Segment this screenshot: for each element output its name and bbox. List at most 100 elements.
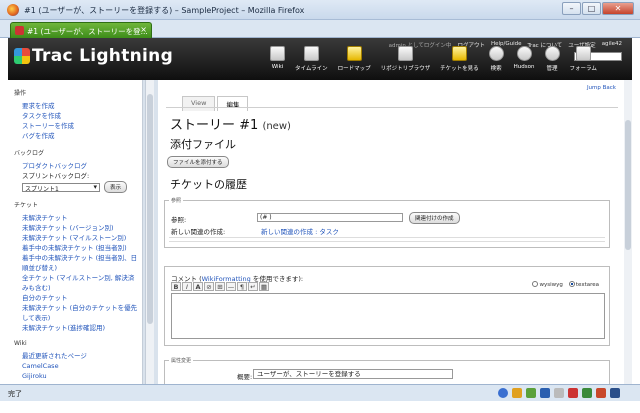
addon-icon[interactable]	[554, 388, 564, 398]
nav-browser[interactable]: リポジトリブラウザ	[381, 46, 430, 72]
ticket-title: ストーリー #1	[170, 118, 259, 133]
sidebar-item-create-task[interactable]: タスクを作成	[14, 111, 142, 121]
relations-fieldset: 参照 参照: (# ) 関連付けの作成 新しい関連の作成: 新しい関連の作成 :…	[164, 197, 610, 248]
create-link-button[interactable]: 関連付けの作成	[409, 212, 460, 224]
sidebar-item-report[interactable]: 未解決チケット (バージョン別)	[14, 223, 142, 233]
addon-icon[interactable]	[512, 388, 522, 398]
jump-back-link[interactable]: Jump Back	[587, 85, 616, 91]
main-scroll-thumb[interactable]	[625, 120, 631, 250]
browser-tab[interactable]: #1 (ユーザーが、ストーリーを登... ×	[10, 22, 152, 38]
show-sprint-button[interactable]: 表示	[104, 181, 128, 193]
addon-icon[interactable]	[610, 388, 620, 398]
paragraph-button[interactable]: ¶	[237, 282, 247, 291]
repository-icon	[397, 46, 413, 61]
comment-textarea[interactable]	[171, 293, 605, 339]
admin-icon	[544, 46, 560, 61]
roadmap-icon	[346, 46, 362, 61]
attach-file-button[interactable]: ファイルを添付する	[167, 156, 229, 168]
wysiwyg-option[interactable]: wysiwyg	[532, 281, 563, 288]
main-scrollbar[interactable]	[624, 80, 632, 384]
addon-icon[interactable]	[582, 388, 592, 398]
sidebar-item-report[interactable]: 未解決チケット (自分のチケットを優先	[14, 303, 142, 313]
addon-icon[interactable]	[540, 388, 550, 398]
nav-label: チケットを見る	[440, 66, 479, 72]
tickets-icon	[451, 46, 467, 61]
sidebar-item-camelcase[interactable]: CamelCase	[14, 361, 142, 371]
nav-wiki[interactable]: Wiki	[270, 46, 285, 72]
nav-forum[interactable]: フォーラム	[570, 46, 597, 72]
addon-icon[interactable]	[526, 388, 536, 398]
sidebar-item-report[interactable]: 着手中の未解決チケット (担当者別、日	[14, 253, 142, 263]
sidebar-item-gijiroku[interactable]: Gijiroku	[14, 371, 142, 381]
nav-label: フォーラム	[569, 66, 597, 72]
properties-fieldset: 属性変更 概要: ユーザーが、ストーリーを登録する	[164, 357, 610, 384]
summary-input[interactable]: ユーザーが、ストーリーを登録する	[253, 369, 453, 379]
sidebar-item-create-bug[interactable]: バグを作成	[14, 131, 142, 141]
addon-icon[interactable]	[568, 388, 578, 398]
bold-button[interactable]: B	[171, 282, 181, 291]
wiki-toolbar: B I A ⊘ ⊞ — ¶ ↵ ▦	[171, 282, 269, 291]
close-window-button[interactable]: ✕	[602, 2, 634, 15]
sidebar-item-report[interactable]: 未解決チケット(進捗確認用)	[14, 323, 142, 333]
sidebar-item-create-requirement[interactable]: 要求を作成	[14, 101, 142, 111]
firefox-icon	[7, 4, 19, 16]
content-frame: 操作 要求を作成 タスクを作成 ストーリーを作成 バグを作成 バックログ プロダ…	[8, 80, 632, 384]
sidebar-item-report[interactable]: して表示)	[14, 313, 142, 323]
heading-button[interactable]: A	[193, 282, 203, 291]
new-relation-task-link[interactable]: 新しい関連の作成 : タスク	[261, 226, 339, 236]
nav-timeline[interactable]: タイムライン	[295, 46, 328, 72]
table-button[interactable]: ▦	[259, 282, 269, 291]
sidebar-scrollbar[interactable]	[145, 80, 154, 384]
sidebar-item-report[interactable]: 全チケット (マイルストーン別, 解決済	[14, 273, 142, 283]
italic-button[interactable]: I	[182, 282, 192, 291]
properties-legend: 属性変更	[169, 357, 194, 364]
tab-edit[interactable]: 編集	[217, 96, 249, 111]
link-button[interactable]: ⊘	[204, 282, 214, 291]
sidebar-item-product-backlog[interactable]: プロダクトバックログ	[14, 161, 142, 171]
addon-icon[interactable]	[498, 388, 508, 398]
sidebar-scroll-thumb[interactable]	[147, 94, 153, 324]
nav-search[interactable]: 検索	[488, 46, 504, 72]
nav-admin[interactable]: 管理	[544, 46, 560, 72]
trac-logo[interactable]: Trac Lightning	[14, 46, 173, 66]
addon-icon[interactable]	[596, 388, 606, 398]
sidebar-item-report[interactable]: 未解決チケット (マイルストーン別)	[14, 233, 142, 243]
sidebar-item-report[interactable]: 自分のチケット	[14, 293, 142, 303]
sidebar-item-create-story[interactable]: ストーリーを作成	[14, 121, 142, 131]
hr-button[interactable]: —	[226, 282, 236, 291]
textarea-option[interactable]: textarea	[568, 281, 599, 288]
sidebar-heading-backlog: バックログ	[14, 150, 45, 157]
timeline-icon	[303, 46, 319, 61]
nav-label: タイムライン	[295, 66, 328, 72]
main-navigation: Wiki タイムライン ロードマップ リポジトリブラウザ チケットを見る 検索 …	[270, 46, 607, 72]
linebreak-button[interactable]: ↵	[248, 282, 258, 291]
trac-favicon-icon	[15, 26, 24, 35]
tab-divider	[166, 107, 618, 108]
nav-roadmap[interactable]: ロードマップ	[338, 46, 371, 72]
sidebar: 操作 要求を作成 タスクを作成 ストーリーを作成 バグを作成 バックログ プロダ…	[8, 80, 143, 384]
divider	[169, 237, 605, 238]
nav-label: Wiki	[271, 64, 284, 70]
reference-input[interactable]: (# )	[257, 213, 403, 222]
status-icons	[498, 388, 620, 398]
sidebar-item-report[interactable]: 未解決チケット	[14, 213, 142, 223]
window-titlebar: #1 (ユーザーが、ストーリーを登録する) – SampleProject – …	[0, 0, 640, 20]
sprint-select[interactable]: スプリント1	[22, 182, 100, 193]
tab-close-icon[interactable]: ×	[140, 25, 147, 34]
minimize-button[interactable]: –	[562, 2, 581, 15]
browser-tabbar: #1 (ユーザーが、ストーリーを登... ×	[0, 20, 640, 38]
maximize-button[interactable]: □	[582, 2, 601, 15]
code-button[interactable]: ⊞	[215, 282, 225, 291]
nav-label: ロードマップ	[337, 66, 371, 72]
nav-tickets[interactable]: チケットを見る	[440, 46, 479, 72]
sidebar-item-report[interactable]: みも含む)	[14, 283, 142, 293]
sidebar-item-report[interactable]: 着手中の未解決チケット (担当者別)	[14, 243, 142, 253]
tab-view[interactable]: View	[182, 96, 216, 111]
sidebar-item-recent-changes[interactable]: 最近更新されたページ	[14, 351, 142, 361]
textarea-radio[interactable]	[568, 281, 575, 287]
wysiwyg-radio[interactable]	[532, 281, 539, 287]
nav-hudson[interactable]: Hudson	[514, 46, 535, 72]
trac-header: Trac Lightning admin としてログイン中 ログアウト Help…	[8, 38, 632, 80]
relations-legend: 参照	[169, 197, 184, 204]
sidebar-item-report[interactable]: 順並び替え)	[14, 263, 142, 273]
